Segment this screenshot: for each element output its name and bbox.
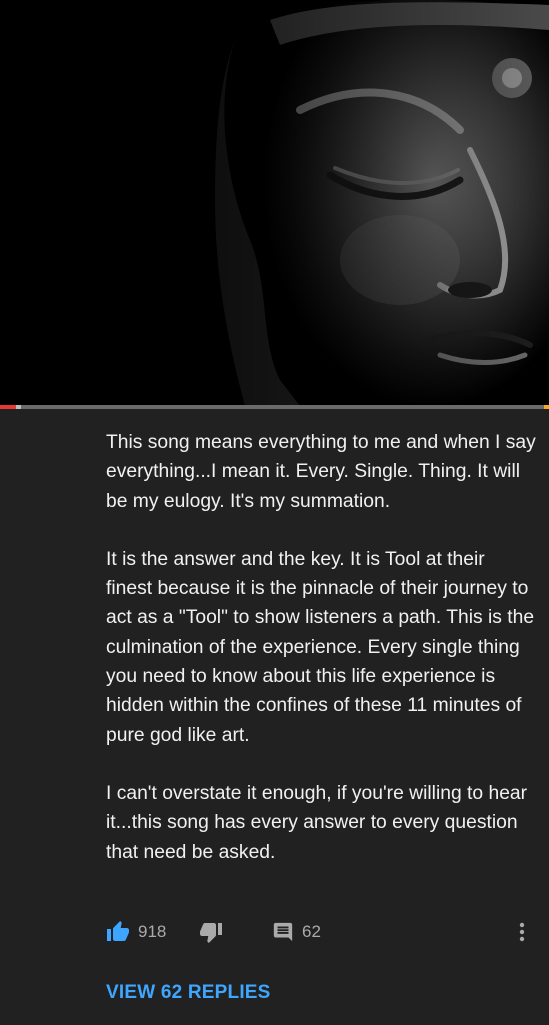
comment-paragraph: This song means everything to me and whe… [106, 432, 542, 512]
video-player[interactable] [0, 0, 549, 406]
video-progress-bar[interactable] [0, 405, 549, 409]
comment-icon [273, 922, 293, 942]
view-replies-button[interactable]: VIEW 62 REPLIES [106, 982, 271, 1004]
progress-end-marker [544, 405, 549, 409]
comment-paragraph: I can't overstate it enough, if you're w… [106, 782, 533, 863]
like-count: 918 [138, 922, 167, 941]
like-button[interactable]: 918 [106, 918, 166, 946]
comment-actions: 918 62 [106, 918, 546, 946]
buddha-statue-image [0, 0, 549, 406]
progress-buffer [16, 405, 21, 409]
progress-played [0, 405, 16, 409]
reply-count: 62 [302, 922, 321, 941]
more-options-button[interactable] [514, 920, 530, 944]
comment-paragraph: It is the answer and the key. It is Tool… [106, 548, 540, 746]
reply-button[interactable]: 62 [272, 918, 321, 946]
comment-body: This song means everything to me and whe… [106, 428, 536, 896]
thumb-up-icon [107, 921, 129, 941]
more-vert-icon [519, 922, 525, 942]
dislike-button[interactable] [199, 918, 223, 946]
thumb-down-icon [200, 923, 222, 943]
